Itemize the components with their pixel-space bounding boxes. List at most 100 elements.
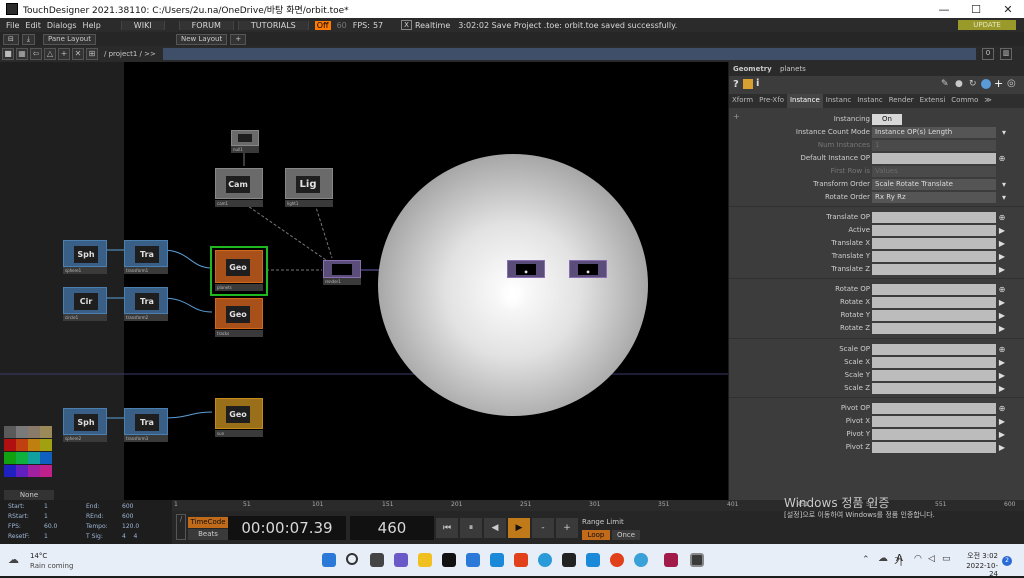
- tray-app-icon[interactable]: ☁: [878, 553, 888, 564]
- minimize-button[interactable]: —: [928, 3, 960, 16]
- menu-file[interactable]: File: [6, 21, 19, 30]
- end-value[interactable]: 600: [122, 503, 133, 510]
- edit-icon[interactable]: ✎: [941, 79, 949, 89]
- param-dropdown[interactable]: Instance OP(s) Length: [872, 127, 996, 138]
- param-field[interactable]: [872, 357, 996, 368]
- op-null1[interactable]: null1: [228, 128, 262, 154]
- tab-instance3[interactable]: Instanc: [854, 94, 885, 108]
- param-field[interactable]: [872, 383, 996, 394]
- tab-xform[interactable]: Xform: [729, 94, 756, 108]
- back-icon[interactable]: ⇦: [30, 48, 42, 60]
- op-top-output1[interactable]: •: [504, 258, 546, 286]
- home-icon[interactable]: ■: [2, 48, 14, 60]
- file-explorer-icon[interactable]: [418, 553, 432, 567]
- param-field[interactable]: [872, 429, 996, 440]
- add-layout-button[interactable]: +: [230, 33, 247, 45]
- weather-temp[interactable]: 14°C: [30, 552, 47, 560]
- tab-pre-xform[interactable]: Pre-Xfo: [756, 94, 787, 108]
- op-top-output2[interactable]: •: [566, 258, 608, 286]
- chrome-icon[interactable]: [610, 553, 624, 567]
- clock-time[interactable]: 오전 3:02: [958, 551, 998, 561]
- search-icon[interactable]: [346, 553, 358, 565]
- rewind-icon[interactable]: ⏮: [436, 518, 458, 538]
- expand-arrow-icon[interactable]: ▶: [997, 225, 1007, 236]
- download-icon[interactable]: ⤓: [21, 33, 35, 45]
- dropdown-chevron-icon[interactable]: ▾: [999, 127, 1009, 138]
- op-render1[interactable]: render1: [320, 258, 362, 286]
- fps-value[interactable]: 60.0: [44, 523, 57, 530]
- reverse-play-icon[interactable]: ◀: [484, 518, 506, 538]
- pause-icon[interactable]: ⏸: [460, 518, 482, 538]
- python-ext-icon[interactable]: [981, 79, 991, 89]
- tab-instance2[interactable]: Instanc: [823, 94, 854, 108]
- tab-instance[interactable]: Instance: [786, 94, 823, 108]
- op-picker-icon[interactable]: ⊕: [997, 344, 1007, 355]
- param-field[interactable]: [872, 251, 996, 262]
- help-icon[interactable]: ?: [733, 79, 739, 90]
- start-value[interactable]: 1: [44, 503, 48, 510]
- path-field[interactable]: [163, 48, 976, 60]
- menu-help[interactable]: Help: [83, 21, 101, 30]
- tab-extensions[interactable]: Extensi: [917, 94, 949, 108]
- menu-edit[interactable]: Edit: [25, 21, 41, 30]
- param-field[interactable]: [872, 442, 996, 453]
- menu-dialogs[interactable]: Dialogs: [47, 21, 77, 30]
- chrome-profile-icon[interactable]: [634, 553, 648, 567]
- forum-link[interactable]: FORUM: [178, 20, 234, 30]
- notification-badge[interactable]: 2: [1002, 556, 1012, 566]
- python-icon[interactable]: [743, 79, 753, 89]
- edge-icon[interactable]: [538, 553, 552, 567]
- param-field[interactable]: [872, 323, 996, 334]
- op-picker-icon[interactable]: ⊕: [997, 212, 1007, 223]
- expand-arrow-icon[interactable]: ▶: [997, 370, 1007, 381]
- tab-common[interactable]: Commo: [948, 94, 981, 108]
- resetf-value[interactable]: 1: [44, 533, 48, 540]
- op-picker-icon[interactable]: ⊕: [997, 153, 1007, 164]
- param-dropdown[interactable]: Rx Ry Rz: [872, 192, 996, 203]
- op-picker-icon[interactable]: ⊕: [997, 284, 1007, 295]
- mail-icon[interactable]: [466, 553, 480, 567]
- step-back-icon[interactable]: -: [532, 518, 554, 538]
- maximize-button[interactable]: ☐: [960, 3, 992, 16]
- param-field[interactable]: [872, 238, 996, 249]
- op-transform3[interactable]: Tra transform3: [121, 406, 171, 444]
- expand-arrow-icon[interactable]: ▶: [997, 310, 1007, 321]
- beats-button[interactable]: Beats: [188, 529, 228, 540]
- param-field[interactable]: [872, 284, 996, 295]
- realtime-checkbox[interactable]: X: [401, 20, 412, 30]
- network-path[interactable]: / project1 / >>: [104, 50, 156, 58]
- op-sphere2[interactable]: Sph sphere2: [60, 406, 110, 444]
- op-light1[interactable]: Lig light1: [282, 166, 336, 208]
- expand-arrow-icon[interactable]: ▶: [997, 429, 1007, 440]
- up-icon[interactable]: △: [44, 48, 56, 60]
- palette-none-label[interactable]: None: [4, 490, 54, 500]
- param-field[interactable]: [872, 403, 996, 414]
- op-transform2[interactable]: Tra transform2: [121, 285, 171, 323]
- netflix-icon[interactable]: [442, 553, 456, 567]
- bookmark-icon[interactable]: ⊞: [86, 48, 98, 60]
- tempo-value[interactable]: 120.0: [122, 523, 139, 530]
- expand-arrow-icon[interactable]: ▶: [997, 383, 1007, 394]
- office-icon[interactable]: [514, 553, 528, 567]
- timecode-display[interactable]: 00:00:07.39: [228, 516, 346, 540]
- param-field[interactable]: [872, 310, 996, 321]
- rstart-value[interactable]: 1: [44, 513, 48, 520]
- color-palette[interactable]: [4, 426, 54, 489]
- weather-desc[interactable]: Rain coming: [30, 562, 73, 570]
- dropdown-chevron-icon[interactable]: ▾: [999, 192, 1009, 203]
- op-planets-geo[interactable]: Geo planets: [210, 246, 268, 296]
- taskview-icon[interactable]: [370, 553, 384, 567]
- volume-icon[interactable]: ◁: [928, 554, 935, 564]
- path-number[interactable]: 0: [982, 48, 994, 60]
- loop-button[interactable]: Loop: [582, 530, 610, 540]
- collapse-icon[interactable]: /: [176, 514, 186, 540]
- tab-more[interactable]: ≫: [981, 94, 994, 108]
- tsig-value[interactable]: 4 4: [122, 533, 137, 540]
- notion-icon[interactable]: [562, 553, 576, 567]
- fps-limit-toggle[interactable]: Off: [314, 20, 331, 30]
- expand-arrow-icon[interactable]: ▶: [997, 357, 1007, 368]
- param-field[interactable]: [872, 225, 996, 236]
- op-tracks-geo[interactable]: Geo tracks: [212, 296, 266, 338]
- op-sphere1[interactable]: Sph sphere1: [60, 238, 110, 276]
- op-sun-geo[interactable]: Geo sun: [212, 396, 266, 438]
